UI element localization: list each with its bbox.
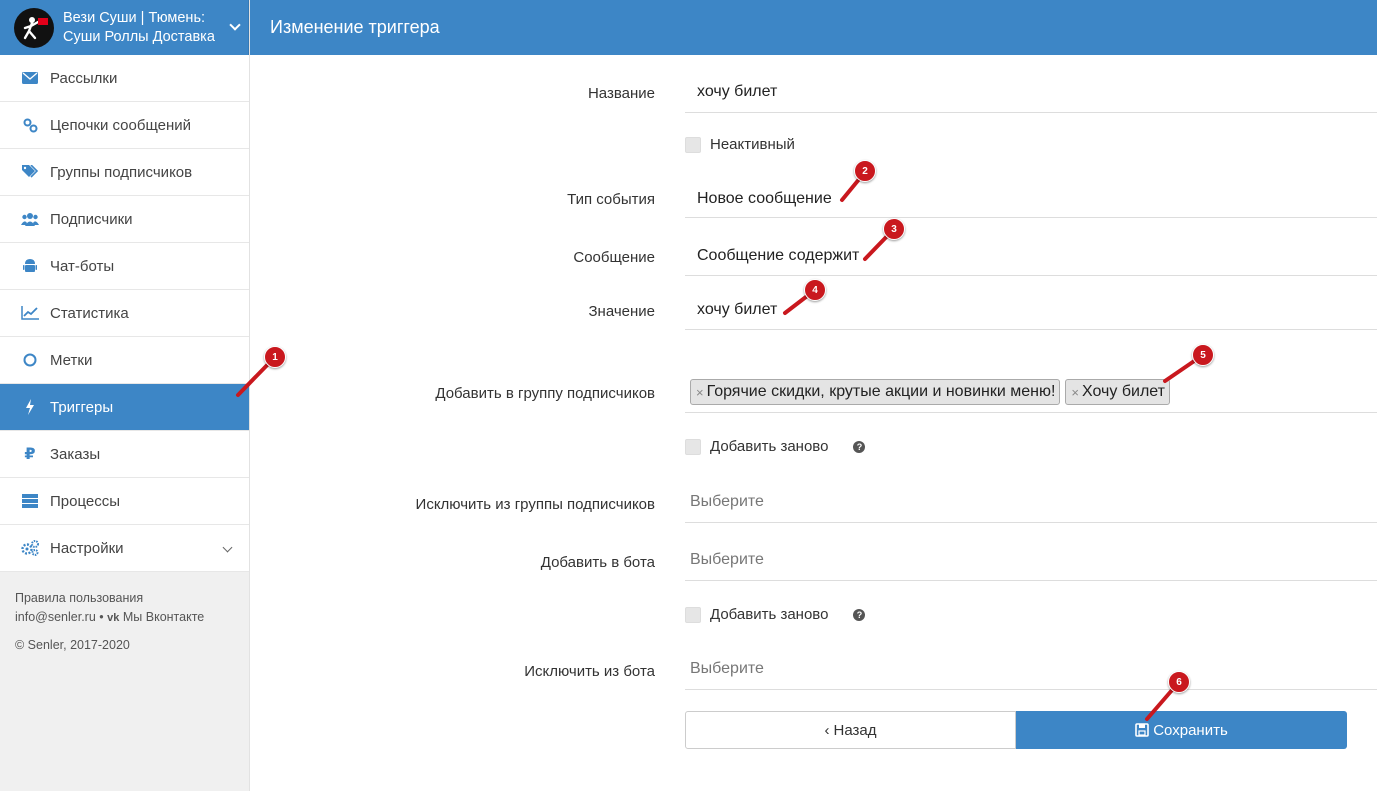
server-icon	[21, 492, 39, 510]
add-bot-select[interactable]: Выберите	[685, 537, 1377, 581]
value-label: Значение	[588, 303, 655, 320]
event-type-label: Тип события	[567, 191, 655, 208]
group-tag-label: Горячие скидки, крутые акции и новинки м…	[706, 383, 1056, 400]
envelope-icon	[21, 69, 39, 87]
group-tag[interactable]: × Хочу билет	[1065, 379, 1170, 405]
copyright: © Senler, 2017-2020	[15, 638, 130, 652]
tag-remove-icon[interactable]: ×	[1071, 385, 1079, 400]
chevron-down-icon[interactable]	[229, 18, 241, 31]
sidebar-item-label: Процессы	[50, 492, 121, 510]
exclude-bot-label: Исключить из бота	[524, 663, 655, 680]
email-link[interactable]: info@senler.ru	[15, 610, 96, 624]
circle-icon	[21, 351, 39, 369]
message-label: Сообщение	[573, 249, 655, 266]
checkbox-box[interactable]	[685, 136, 701, 153]
annotation-marker: 5	[1192, 344, 1214, 366]
sidebar-item-statistics[interactable]: Статистика	[0, 290, 249, 337]
name-input[interactable]: хочу билет	[685, 71, 1377, 113]
sidebar-item-mailings[interactable]: Рассылки	[0, 55, 249, 102]
save-icon	[1135, 723, 1150, 737]
help-icon[interactable]: ?	[853, 608, 866, 621]
page-title: Изменение триггера	[250, 0, 1377, 55]
sidebar-item-label: Статистика	[50, 304, 129, 322]
sidebar-item-label: Триггеры	[50, 398, 114, 416]
save-button[interactable]: Сохранить	[1016, 711, 1347, 749]
help-icon[interactable]: ?	[853, 440, 866, 453]
tag-remove-icon[interactable]: ×	[696, 385, 704, 400]
group-tag[interactable]: × Горячие скидки, крутые акции и новинки…	[690, 379, 1061, 405]
annotation-marker: 2	[854, 160, 876, 182]
back-label: Назад	[833, 721, 877, 739]
sidebar-item-label: Подписчики	[50, 210, 133, 228]
sidebar-item-chains[interactable]: Цепочки сообщений	[0, 102, 249, 149]
sidebar-item-groups[interactable]: Группы подписчиков	[0, 149, 249, 196]
chevron-down-icon	[222, 542, 233, 553]
android-icon	[21, 257, 39, 275]
sidebar-item-label: Рассылки	[50, 69, 118, 87]
sidebar: Вези Суши | Тюмень: Суши Роллы Доставка …	[0, 0, 250, 791]
separator: •	[99, 610, 104, 624]
sidebar-nav: Рассылки Цепочки сообщений Группы подпис…	[0, 55, 249, 572]
message-condition-select[interactable]: Сообщение содержит	[685, 231, 1377, 276]
gears-icon	[21, 539, 39, 557]
exclude-group-label: Исключить из группы подписчиков	[415, 496, 655, 513]
sidebar-item-label: Заказы	[50, 445, 101, 463]
exclude-group-select[interactable]: Выберите	[685, 479, 1377, 523]
terms-link[interactable]: Правила пользования	[15, 589, 234, 608]
sidebar-footer: Правила пользования info@senler.ru • vk …	[0, 572, 249, 672]
sidebar-item-label: Настройки	[50, 539, 124, 557]
sidebar-item-settings[interactable]: Настройки	[0, 525, 249, 572]
sidebar-item-label: Группы подписчиков	[50, 163, 193, 181]
sidebar-item-label: Цепочки сообщений	[50, 116, 191, 134]
chart-line-icon	[21, 304, 39, 322]
re-add-group-checkbox[interactable]: Добавить заново ?	[685, 438, 866, 455]
annotation-marker: 4	[804, 279, 826, 301]
users-icon	[21, 210, 39, 228]
brand-switcher[interactable]: Вези Суши | Тюмень: Суши Роллы Доставка	[0, 0, 249, 55]
re-add-bot-label: Добавить заново	[710, 606, 829, 623]
annotation-marker: 1	[264, 346, 286, 368]
save-label: Сохранить	[1153, 721, 1228, 739]
event-type-select[interactable]: Новое сообщение	[685, 175, 1377, 218]
tags-icon	[21, 163, 39, 181]
sidebar-item-orders[interactable]: ₽ Заказы	[0, 431, 249, 478]
back-button[interactable]: ‹ Назад	[685, 711, 1016, 749]
add-bot-label: Добавить в бота	[540, 554, 655, 571]
re-add-bot-checkbox[interactable]: Добавить заново ?	[685, 606, 866, 623]
bolt-icon	[21, 398, 39, 416]
add-group-label: Добавить в группу подписчиков	[435, 385, 655, 402]
form-actions: ‹ Назад Сохранить	[685, 711, 1347, 749]
exclude-bot-select[interactable]: Выберите	[685, 646, 1377, 690]
add-group-select[interactable]: × Горячие скидки, крутые акции и новинки…	[685, 369, 1377, 413]
checkbox-box[interactable]	[685, 438, 701, 455]
vk-link[interactable]: Мы Вконтакте	[123, 610, 204, 624]
group-tag-label: Хочу билет	[1082, 383, 1165, 400]
sidebar-item-subscribers[interactable]: Подписчики	[0, 196, 249, 243]
chevron-left-icon: ‹	[824, 721, 830, 739]
annotation-marker: 3	[883, 218, 905, 240]
checkbox-box[interactable]	[685, 606, 701, 623]
ruble-icon: ₽	[24, 446, 36, 463]
annotation-marker: 6	[1168, 671, 1190, 693]
value-input[interactable]: хочу билет	[685, 285, 1377, 330]
sidebar-item-labels[interactable]: Метки	[0, 337, 249, 384]
sidebar-item-label: Метки	[50, 351, 93, 369]
brand-name: Вези Суши | Тюмень: Суши Роллы Доставка	[63, 9, 215, 45]
name-label: Название	[587, 85, 655, 102]
vk-icon: vk	[107, 612, 120, 624]
link-icon	[21, 116, 39, 134]
inactive-label: Неактивный	[710, 136, 795, 153]
sidebar-item-chatbots[interactable]: Чат-боты	[0, 243, 249, 290]
re-add-label: Добавить заново	[710, 438, 829, 455]
sidebar-item-label: Чат-боты	[50, 257, 115, 275]
brand-logo	[14, 7, 54, 48]
sidebar-item-processes[interactable]: Процессы	[0, 478, 249, 525]
inactive-checkbox[interactable]: Неактивный	[685, 136, 795, 153]
sidebar-item-triggers[interactable]: Триггеры	[0, 384, 249, 431]
